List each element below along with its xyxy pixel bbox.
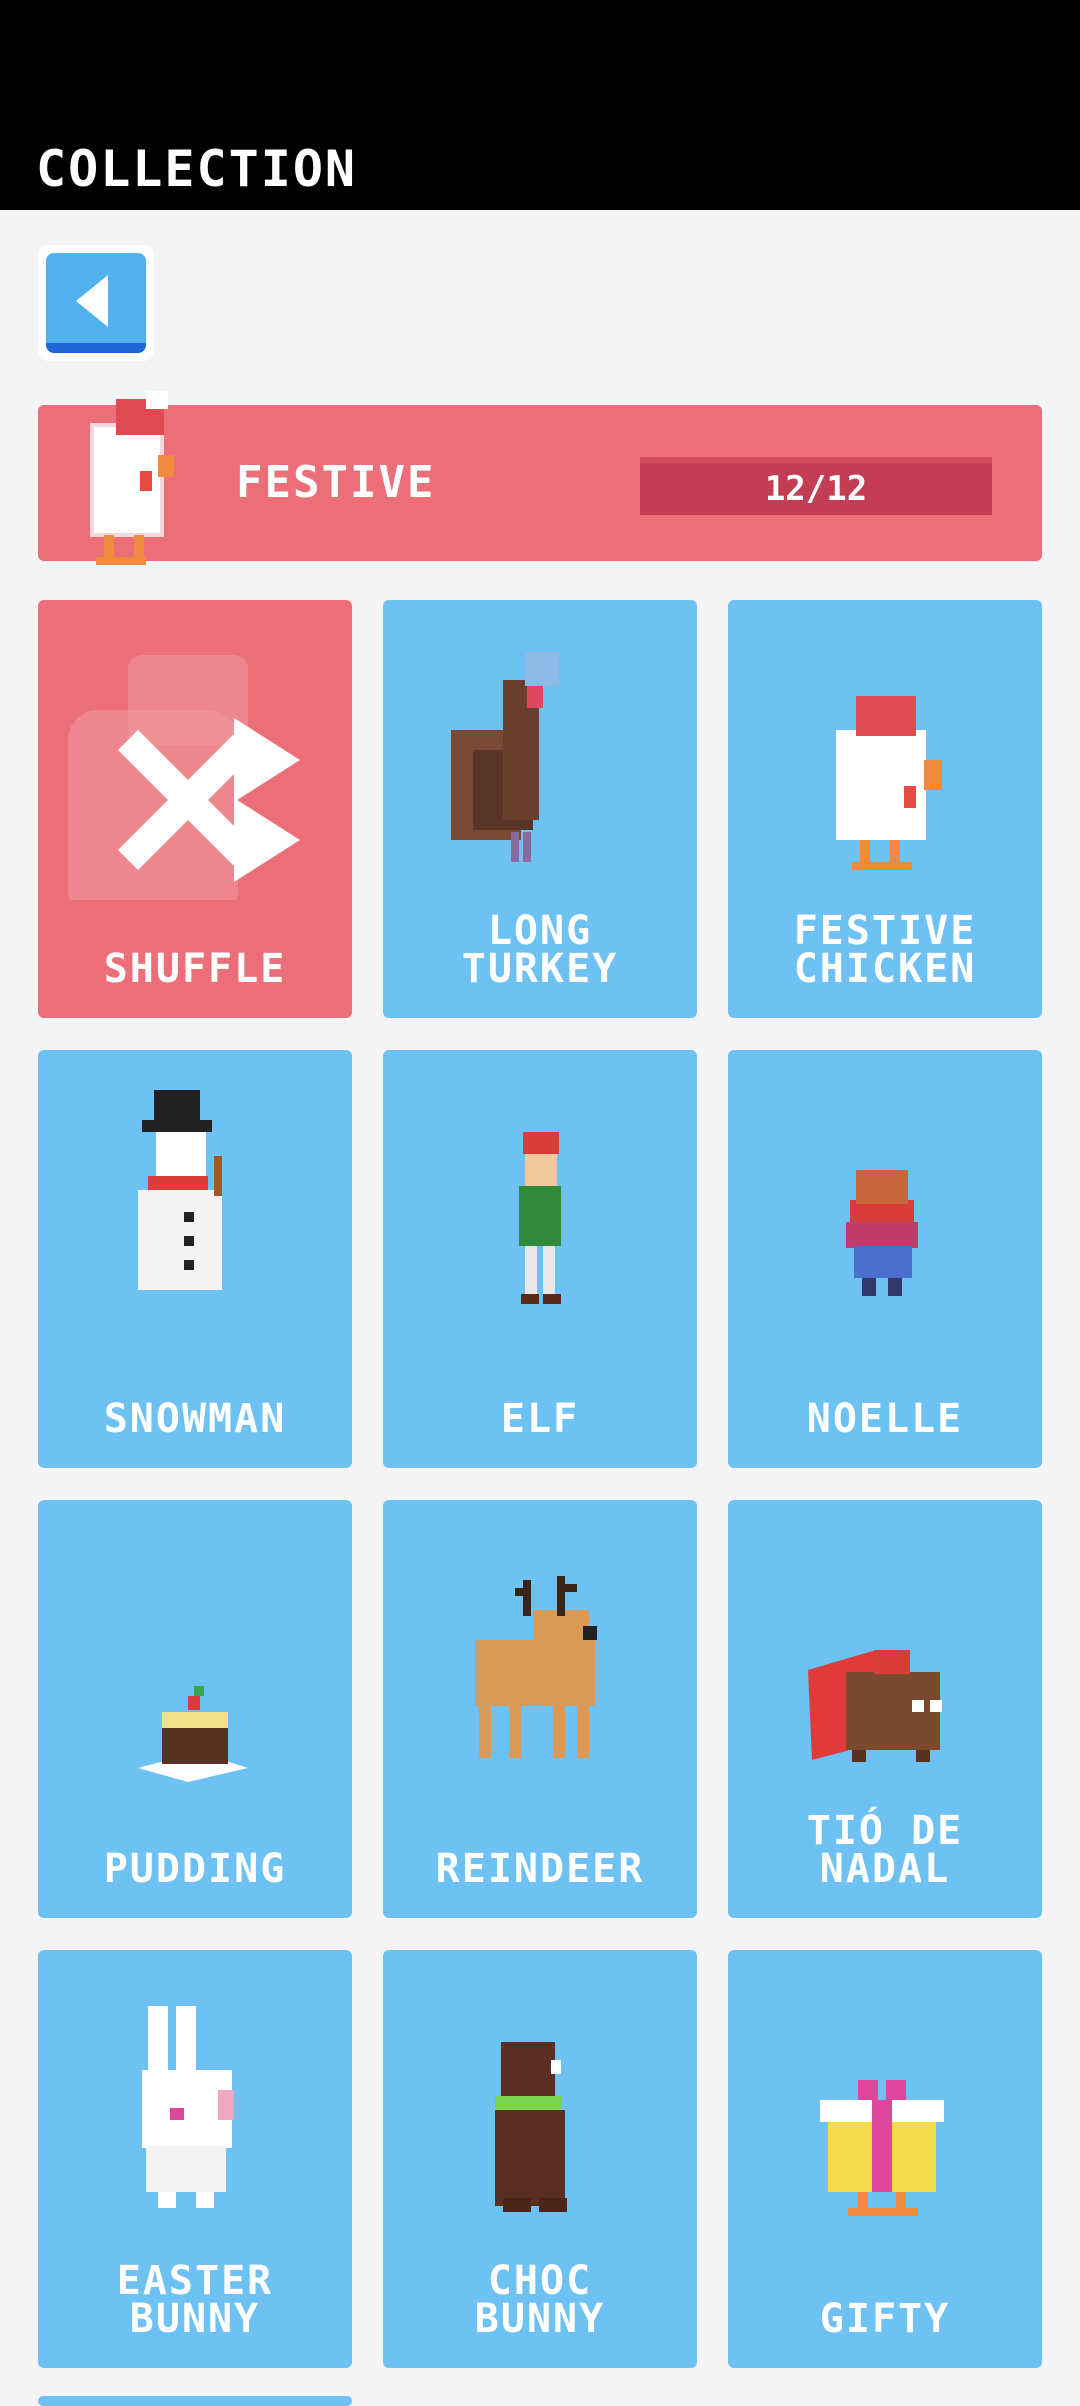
- pudding-icon: [138, 1686, 248, 1782]
- character-card-shuffle[interactable]: SHUFFLE: [38, 600, 352, 1018]
- character-card-snowman[interactable]: SNOWMAN: [38, 1050, 352, 1468]
- character-card-gifty[interactable]: GIFTY: [728, 1950, 1042, 2368]
- character-label: PUDDING: [103, 1846, 287, 1892]
- character-card-reindeer[interactable]: REINDEER: [383, 1500, 697, 1918]
- character-label: EASTER BUNNY: [116, 2258, 274, 2342]
- banner-title: FESTIVE: [236, 457, 436, 508]
- elf-icon: [519, 1132, 561, 1304]
- character-card-elf[interactable]: ELF: [383, 1050, 697, 1468]
- snowman-icon: [138, 1090, 222, 1290]
- character-label: GIFTY: [819, 2296, 951, 2342]
- character-label: SHUFFLE: [103, 946, 287, 992]
- festive-chicken-icon: [836, 696, 942, 870]
- character-card-choc-bunny[interactable]: CHOC BUNNY: [383, 1950, 697, 2368]
- character-label: REINDEER: [435, 1846, 645, 1892]
- shuffle-icon: [68, 655, 300, 900]
- noelle-icon: [846, 1170, 918, 1296]
- collection-progress-bar: 12/12: [640, 457, 992, 515]
- page-title: COLLECTION: [36, 140, 358, 198]
- character-label: NOELLE: [806, 1396, 964, 1442]
- progress-text: 12/12: [764, 469, 868, 509]
- character-card-noelle[interactable]: NOELLE: [728, 1050, 1042, 1468]
- character-label: FESTIVE CHICKEN: [793, 908, 977, 992]
- character-card-pudding[interactable]: PUDDING: [38, 1500, 352, 1918]
- character-card-long-turkey[interactable]: LONG TURKEY: [383, 600, 697, 1018]
- long-turkey-icon: [451, 652, 559, 862]
- back-arrow-icon: [76, 275, 108, 327]
- character-card-tio-de-nadal[interactable]: TIÓ DE NADAL: [728, 1500, 1042, 1918]
- character-card-festive-chicken[interactable]: FESTIVE CHICKEN: [728, 600, 1042, 1018]
- character-label: TIÓ DE NADAL: [806, 1808, 964, 1892]
- back-button[interactable]: [38, 245, 154, 361]
- character-label: LONG TURKEY: [461, 908, 619, 992]
- character-label: ELF: [500, 1396, 580, 1442]
- reindeer-icon: [475, 1576, 597, 1758]
- character-label: CHOC BUNNY: [474, 2258, 606, 2342]
- gifty-icon: [820, 2080, 944, 2216]
- character-label: SNOWMAN: [103, 1396, 287, 1442]
- status-and-title-bar: COLLECTION: [0, 0, 1080, 210]
- tio-de-nadal-icon: [808, 1650, 942, 1762]
- festive-chicken-icon: [90, 391, 174, 565]
- easter-bunny-icon: [142, 2006, 234, 2208]
- collection-banner: FESTIVE 12/12: [38, 391, 1042, 565]
- character-card-next-row[interactable]: [38, 2396, 352, 2406]
- character-card-easter-bunny[interactable]: EASTER BUNNY: [38, 1950, 352, 2368]
- choc-bunny-icon: [495, 2042, 567, 2212]
